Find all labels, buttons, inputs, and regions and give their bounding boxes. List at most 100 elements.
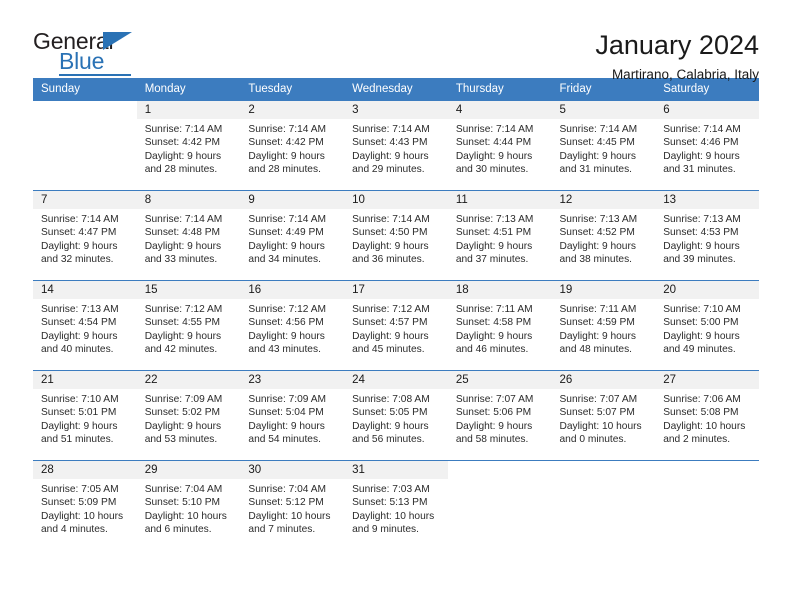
calendar-day-cell[interactable]: 4 Sunrise: 7:14 AM Sunset: 4:44 PM Daylight… <box>447 100 552 191</box>
calendar-day-cell[interactable]: 9 Sunrise: 7:14 AM Sunset: 4:49 PM Daylight… <box>240 190 345 281</box>
sunrise-text: Sunrise: 7:12 AM <box>248 304 326 315</box>
calendar-day-cell[interactable]: 18 Sunrise: 7:11 AM Sunset: 4:58 PM Dayligh… <box>447 280 552 371</box>
calendar-day-cell[interactable]: 8 Sunrise: 7:14 AM Sunset: 4:48 PM Daylight… <box>136 190 241 281</box>
calendar-week-row: 14 Sunrise: 7:13 AM Sunset: 4:54 PM Dayligh… <box>33 280 759 371</box>
calendar-day-cell[interactable]: 7 Sunrise: 7:14 AM Sunset: 4:47 PM Daylight… <box>33 190 137 281</box>
daylight-text: Daylight: 9 hours and 56 minutes. <box>352 420 429 445</box>
daylight-text: Daylight: 9 hours and 39 minutes. <box>663 240 740 265</box>
calendar-day-cell[interactable]: 3 Sunrise: 7:14 AM Sunset: 4:43 PM Daylight… <box>344 100 448 191</box>
logo-text-blue: Blue <box>59 48 105 74</box>
day-details: Sunrise: 7:14 AM Sunset: 4:47 PM Daylight:… <box>33 209 137 266</box>
calendar-day-cell[interactable]: 15 Sunrise: 7:12 AM Sunset: 4:55 PM Dayligh… <box>136 280 241 371</box>
calendar-day-cell[interactable]: 16 Sunrise: 7:12 AM Sunset: 4:56 PM Dayligh… <box>240 280 345 371</box>
day-cell-content: 13 Sunrise: 7:13 AM Sunset: 4:53 PM Dayligh… <box>655 191 759 280</box>
day-number <box>551 461 656 479</box>
day-details: Sunrise: 7:13 AM Sunset: 4:53 PM Daylight:… <box>655 209 759 266</box>
calendar-day-cell[interactable]: 23 Sunrise: 7:09 AM Sunset: 5:04 PM Dayligh… <box>240 370 345 461</box>
sunset-text: Sunset: 5:02 PM <box>144 407 221 419</box>
sunset-text: Sunset: 4:50 PM <box>352 227 428 239</box>
day-details <box>33 119 137 123</box>
calendar-day-cell[interactable]: 5 Sunrise: 7:14 AM Sunset: 4:45 PM Daylight… <box>551 100 656 191</box>
weekday-header-thursday: Thursday <box>447 78 552 101</box>
title-block: January 2024 Martirano, Calabria, Italy <box>595 30 759 82</box>
sunset-text: Sunset: 5:12 PM <box>248 497 324 509</box>
day-cell-content: 20 Sunrise: 7:10 AM Sunset: 5:00 PM Dayligh… <box>655 281 759 370</box>
day-number: 4 <box>447 101 552 119</box>
calendar-day-cell[interactable]: 28 Sunrise: 7:05 AM Sunset: 5:09 PM Dayligh… <box>33 460 137 550</box>
calendar-day-cell[interactable]: 22 Sunrise: 7:09 AM Sunset: 5:02 PM Dayligh… <box>136 370 241 461</box>
calendar-day-cell[interactable]: 29 Sunrise: 7:04 AM Sunset: 5:10 PM Dayligh… <box>136 460 241 550</box>
calendar-day-cell[interactable]: 20 Sunrise: 7:10 AM Sunset: 5:00 PM Dayligh… <box>655 280 759 371</box>
day-number: 5 <box>551 101 656 119</box>
day-cell-content: 21 Sunrise: 7:10 AM Sunset: 5:01 PM Dayligh… <box>33 371 137 460</box>
calendar-day-cell[interactable]: 21 Sunrise: 7:10 AM Sunset: 5:01 PM Dayligh… <box>33 370 137 461</box>
day-cell-content: 12 Sunrise: 7:13 AM Sunset: 4:52 PM Dayligh… <box>551 191 656 280</box>
day-details: Sunrise: 7:14 AM Sunset: 4:42 PM Daylight:… <box>137 119 241 176</box>
calendar-day-cell[interactable]: 19 Sunrise: 7:11 AM Sunset: 4:59 PM Dayligh… <box>551 280 656 371</box>
calendar-day-cell[interactable]: 2 Sunrise: 7:14 AM Sunset: 4:42 PM Daylight… <box>240 100 345 191</box>
sunset-text: Sunset: 5:10 PM <box>144 497 221 509</box>
calendar-day-cell[interactable]: 25 Sunrise: 7:07 AM Sunset: 5:06 PM Dayligh… <box>447 370 552 461</box>
calendar-week-row: 21 Sunrise: 7:10 AM Sunset: 5:01 PM Dayligh… <box>33 370 759 461</box>
day-details: Sunrise: 7:14 AM Sunset: 4:49 PM Daylight:… <box>240 209 344 266</box>
calendar-day-cell[interactable]: 1 Sunrise: 7:14 AM Sunset: 4:42 PM Daylight… <box>136 100 241 191</box>
daylight-text: Daylight: 9 hours and 42 minutes. <box>144 330 222 355</box>
sunset-text: Sunset: 4:44 PM <box>455 137 532 149</box>
daylight-text: Daylight: 9 hours and 54 minutes. <box>248 420 325 445</box>
sunrise-text: Sunrise: 7:12 AM <box>144 304 223 315</box>
page-header: General Blue January 2024 Martirano, Cal… <box>33 0 759 83</box>
day-number: 2 <box>240 101 345 119</box>
daylight-text: Daylight: 9 hours and 58 minutes. <box>455 420 533 445</box>
day-number: 26 <box>551 371 656 389</box>
calendar-day-cell[interactable]: 10 Sunrise: 7:14 AM Sunset: 4:50 PM Dayligh… <box>344 190 448 281</box>
day-number <box>447 461 552 479</box>
daylight-text: Daylight: 9 hours and 40 minutes. <box>41 330 118 355</box>
calendar-day-cell[interactable]: 27 Sunrise: 7:06 AM Sunset: 5:08 PM Dayligh… <box>655 370 759 461</box>
day-cell-content: 16 Sunrise: 7:12 AM Sunset: 4:56 PM Dayligh… <box>240 281 345 370</box>
day-number: 9 <box>240 191 345 209</box>
day-number: 20 <box>655 281 759 299</box>
sunrise-text: Sunrise: 7:03 AM <box>352 484 430 495</box>
daylight-text: Daylight: 9 hours and 45 minutes. <box>352 330 429 355</box>
day-number: 30 <box>240 461 345 479</box>
sunset-text: Sunset: 4:47 PM <box>41 227 117 239</box>
day-details: Sunrise: 7:09 AM Sunset: 5:04 PM Daylight:… <box>240 389 344 446</box>
sunset-text: Sunset: 4:51 PM <box>455 227 532 239</box>
calendar-day-cell[interactable]: 14 Sunrise: 7:13 AM Sunset: 4:54 PM Dayligh… <box>33 280 137 371</box>
weekday-header-sunday: Sunday <box>33 78 137 101</box>
calendar-grid: Sunday Monday Tuesday Wednesday Thursday… <box>33 78 759 550</box>
daylight-text: Daylight: 10 hours and 4 minutes. <box>41 510 124 535</box>
calendar-day-cell[interactable]: 6 Sunrise: 7:14 AM Sunset: 4:46 PM Daylight… <box>655 100 759 191</box>
day-cell-content: 24 Sunrise: 7:08 AM Sunset: 5:05 PM Dayligh… <box>344 371 448 460</box>
day-number: 28 <box>33 461 137 479</box>
sunrise-text: Sunrise: 7:14 AM <box>559 124 638 135</box>
day-number: 8 <box>136 191 241 209</box>
calendar-day-cell[interactable]: 11 Sunrise: 7:13 AM Sunset: 4:51 PM Dayligh… <box>447 190 552 281</box>
sunrise-text: Sunrise: 7:12 AM <box>352 304 430 315</box>
calendar-day-cell[interactable]: 12 Sunrise: 7:13 AM Sunset: 4:52 PM Dayligh… <box>551 190 656 281</box>
sunrise-text: Sunrise: 7:11 AM <box>559 304 637 315</box>
sunset-text: Sunset: 4:42 PM <box>248 137 324 149</box>
day-details: Sunrise: 7:13 AM Sunset: 4:54 PM Daylight:… <box>33 299 137 356</box>
daylight-text: Daylight: 9 hours and 31 minutes. <box>559 150 636 175</box>
day-cell-content <box>655 461 759 550</box>
calendar-day-cell[interactable]: 31 Sunrise: 7:03 AM Sunset: 5:13 PM Dayligh… <box>344 460 448 550</box>
daylight-text: Daylight: 9 hours and 28 minutes. <box>248 150 325 175</box>
daylight-text: Daylight: 9 hours and 46 minutes. <box>455 330 533 355</box>
calendar-day-cell[interactable]: 13 Sunrise: 7:13 AM Sunset: 4:53 PM Dayligh… <box>655 190 759 281</box>
daylight-text: Daylight: 10 hours and 0 minutes. <box>559 420 642 445</box>
daylight-text: Daylight: 9 hours and 43 minutes. <box>248 330 325 355</box>
sunrise-text: Sunrise: 7:14 AM <box>455 124 534 135</box>
sunrise-text: Sunrise: 7:06 AM <box>663 394 741 405</box>
sunset-text: Sunset: 4:42 PM <box>144 137 221 149</box>
sunset-text: Sunset: 4:46 PM <box>663 137 739 149</box>
day-details: Sunrise: 7:14 AM Sunset: 4:43 PM Daylight:… <box>344 119 448 176</box>
day-number: 12 <box>551 191 656 209</box>
calendar-day-cell[interactable]: 17 Sunrise: 7:12 AM Sunset: 4:57 PM Dayligh… <box>344 280 448 371</box>
calendar-day-cell[interactable]: 26 Sunrise: 7:07 AM Sunset: 5:07 PM Dayligh… <box>551 370 656 461</box>
calendar-day-cell[interactable]: 24 Sunrise: 7:08 AM Sunset: 5:05 PM Dayligh… <box>344 370 448 461</box>
sunrise-text: Sunrise: 7:07 AM <box>455 394 534 405</box>
sunrise-text: Sunrise: 7:13 AM <box>41 304 119 315</box>
sunset-text: Sunset: 4:58 PM <box>455 317 532 329</box>
calendar-day-cell[interactable]: 30 Sunrise: 7:04 AM Sunset: 5:12 PM Dayligh… <box>240 460 345 550</box>
